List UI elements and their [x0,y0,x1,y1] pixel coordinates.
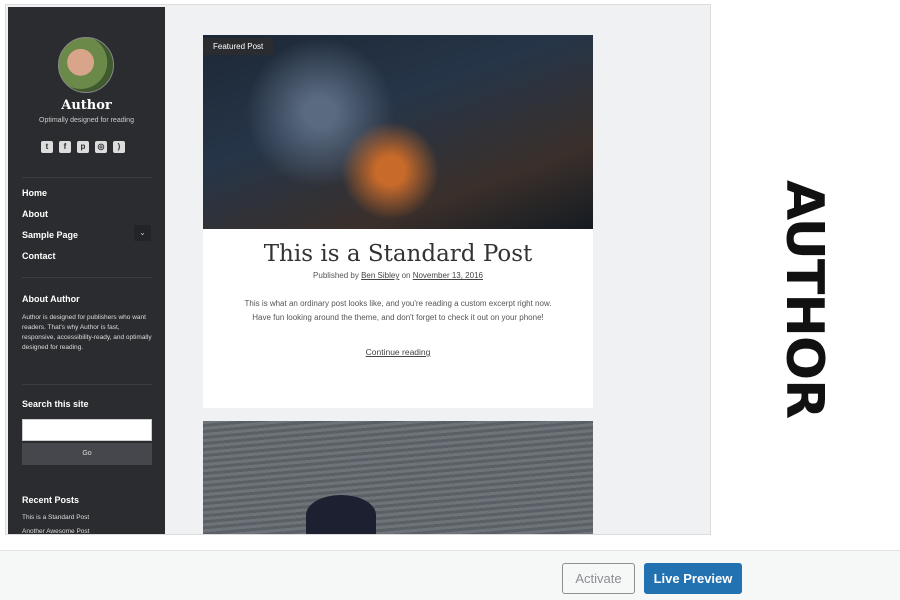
nav-home[interactable]: Home [22,188,47,198]
site-tagline: Optimally designed for reading [39,117,134,124]
person-figure [306,495,376,534]
theme-name: AUTHOR [774,179,834,419]
nav-contact[interactable]: Contact [22,251,56,261]
search-input[interactable] [22,419,152,441]
author-link[interactable]: Ben Sibley [361,271,399,280]
meta-label: Published by [313,271,359,280]
featured-badge: Featured Post [203,38,274,55]
search-heading: Search this site [22,399,89,409]
featured-image [203,35,593,229]
theme-actions-bar [0,550,900,600]
instagram-icon[interactable]: ◎ [95,141,107,153]
theme-screenshot: Author Optimally designed for reading t … [5,4,711,535]
divider [22,177,152,178]
nav-sample-page[interactable]: Sample Page [22,230,78,240]
sidebar: Author Optimally designed for reading t … [8,7,165,534]
post-meta: Published by Ben Sibley on November 13, … [203,271,593,280]
meta-on: on [401,271,411,280]
recent-heading: Recent Posts [22,495,80,505]
divider [22,384,152,385]
search-go-button[interactable]: Go [22,443,152,465]
nav-about[interactable]: About [22,209,48,219]
recent-post-link[interactable]: Another Awesome Post [22,528,89,534]
post-card: This is a Standard Post Published by Ben… [203,229,593,408]
about-heading: About Author [22,294,80,304]
chevron-down-icon[interactable]: ⌄ [134,225,151,241]
recent-post-link[interactable]: This is a Standard Post [22,514,89,521]
live-preview-button[interactable]: Live Preview [644,563,742,594]
continue-reading-link[interactable]: Continue reading [366,347,431,357]
facebook-icon[interactable]: f [59,141,71,153]
post-title[interactable]: This is a Standard Post [203,241,593,267]
twitter-icon[interactable]: t [41,141,53,153]
avatar [58,37,114,93]
site-title: Author [61,98,112,113]
post-image [203,421,593,534]
date-link[interactable]: November 13, 2016 [413,271,483,280]
post-excerpt: This is what an ordinary post looks like… [244,299,552,322]
divider [22,277,152,278]
activate-button[interactable]: Activate [562,563,635,594]
rss-icon[interactable]: ) [113,141,125,153]
about-text: Author is designed for publishers who wa… [22,314,152,351]
pinterest-icon[interactable]: p [77,141,89,153]
